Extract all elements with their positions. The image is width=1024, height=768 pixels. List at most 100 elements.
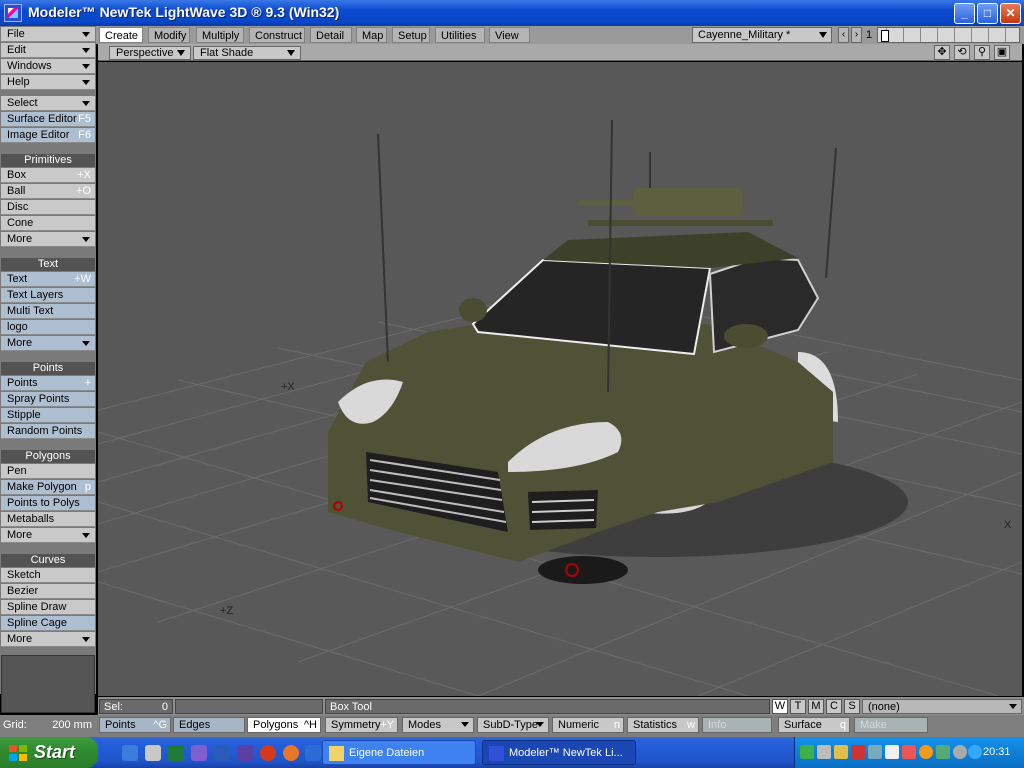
tab-modify[interactable]: Modify <box>148 27 190 43</box>
tray-shield-icon[interactable] <box>851 745 865 759</box>
points-mode-button[interactable]: Points ^G <box>99 717 171 733</box>
primitives-more-menu[interactable]: More <box>1 232 95 247</box>
sketch-button[interactable]: Sketch <box>1 568 95 583</box>
surface-selector-dropdown[interactable]: Cayenne_Military * <box>692 27 832 43</box>
rotate-icon[interactable]: ⟲ <box>954 45 970 60</box>
tray-mail-icon[interactable] <box>885 745 899 759</box>
sel-value: 0 <box>161 701 168 713</box>
minimize-button[interactable]: _ <box>954 3 975 24</box>
wtmcs-c-button[interactable]: C <box>826 699 842 714</box>
points-to-polys-button[interactable]: Points to Polys <box>1 496 95 511</box>
stipple-button[interactable]: Stipple <box>1 408 95 423</box>
tab-map[interactable]: Map <box>356 27 387 43</box>
windows-menu[interactable]: Windows <box>1 59 95 74</box>
firefox-icon[interactable] <box>283 745 299 761</box>
tray-search-icon[interactable] <box>968 745 982 759</box>
quicklaunch-app2-icon[interactable] <box>191 745 207 761</box>
maximize-icon[interactable]: ▣ <box>994 45 1010 60</box>
box-label: Box <box>7 169 26 181</box>
tray-update-icon[interactable] <box>919 745 933 759</box>
move-icon[interactable]: ✥ <box>934 45 950 60</box>
tab-create[interactable]: Create <box>99 27 143 43</box>
tray-network-icon[interactable] <box>800 745 814 759</box>
spray-points-button[interactable]: Spray Points <box>1 392 95 407</box>
tray-volume-icon[interactable] <box>868 745 882 759</box>
tray-antivirus-icon[interactable] <box>936 745 950 759</box>
excel-icon[interactable] <box>168 745 184 761</box>
lightwave-app-icon[interactable] <box>4 4 22 22</box>
text-more-menu[interactable]: More <box>1 336 95 351</box>
random-points-button[interactable]: Random Points <box>1 424 95 439</box>
polygons-more-menu[interactable]: More <box>1 528 95 543</box>
tab-utilities[interactable]: Utilities <box>435 27 485 43</box>
surface-button[interactable]: Surface q <box>778 717 850 733</box>
statistics-button[interactable]: Statistics w <box>627 717 699 733</box>
shortcut-label: w <box>687 719 695 731</box>
points-mode-label: Points <box>105 719 136 731</box>
curves-more-menu[interactable]: More <box>1 632 95 647</box>
metaballs-button[interactable]: Metaballs <box>1 512 95 527</box>
make-button[interactable]: Make <box>854 717 928 733</box>
taskbar-clock[interactable]: 20:31 <box>983 737 1011 768</box>
taskbar-eigene-dateien[interactable]: Eigene Dateien <box>322 740 476 765</box>
view-mode-dropdown[interactable]: Perspective <box>109 46 191 60</box>
points-tool-button[interactable]: Points + <box>1 376 95 391</box>
prev-surface-button[interactable]: ‹ <box>838 27 849 43</box>
tray-security-icon[interactable] <box>834 745 848 759</box>
surface-editor-button[interactable]: Surface Editor F5 <box>1 112 95 127</box>
lightwave-quicklaunch-icon[interactable] <box>237 745 253 761</box>
wtmcs-s-button[interactable]: S <box>844 699 860 714</box>
tray-display-icon[interactable] <box>817 745 831 759</box>
tray-app-icon[interactable] <box>902 745 916 759</box>
zoom-icon[interactable]: ⚲ <box>974 45 990 60</box>
shading-mode-dropdown[interactable]: Flat Shade <box>193 46 301 60</box>
tab-setup[interactable]: Setup <box>392 27 430 43</box>
box-tool-button[interactable]: Box +X <box>1 168 95 183</box>
image-editor-button[interactable]: Image Editor F6 <box>1 128 95 143</box>
tab-multiply[interactable]: Multiply <box>196 27 244 43</box>
tab-construct[interactable]: Construct <box>249 27 305 43</box>
internet-explorer-icon[interactable] <box>122 745 138 761</box>
media-player-icon[interactable] <box>260 745 276 761</box>
restore-button[interactable]: □ <box>977 3 998 24</box>
text-layers-button[interactable]: Text Layers <box>1 288 95 303</box>
perspective-viewport[interactable]: +X +Z X <box>98 62 1022 696</box>
tab-view[interactable]: View <box>489 27 530 43</box>
select-menu[interactable]: Select <box>1 96 95 111</box>
file-menu[interactable]: File <box>1 27 95 42</box>
edges-mode-button[interactable]: Edges <box>173 717 245 733</box>
wtmcs-w-button[interactable]: W <box>772 699 788 714</box>
text-tool-button[interactable]: Text +W <box>1 272 95 287</box>
surface-assign-dropdown[interactable]: (none) <box>862 699 1022 714</box>
edit-menu[interactable]: Edit <box>1 43 95 58</box>
tab-detail[interactable]: Detail <box>310 27 352 43</box>
help-menu[interactable]: Help <box>1 75 95 90</box>
disc-tool-button[interactable]: Disc <box>1 200 95 215</box>
show-more-icon[interactable] <box>305 745 321 761</box>
info-button[interactable]: Info <box>702 717 772 733</box>
multi-text-button[interactable]: Multi Text <box>1 304 95 319</box>
taskbar-modeler[interactable]: Modeler™ NewTek Li... <box>482 740 636 765</box>
modes-dropdown[interactable]: Modes <box>402 717 474 733</box>
word-icon[interactable] <box>214 745 230 761</box>
numeric-button[interactable]: Numeric n <box>552 717 624 733</box>
cone-tool-button[interactable]: Cone <box>1 216 95 231</box>
pen-tool-button[interactable]: Pen <box>1 464 95 479</box>
logo-button[interactable]: logo <box>1 320 95 335</box>
symmetry-toggle[interactable]: Symmetry +Y <box>325 717 398 733</box>
wtmcs-t-button[interactable]: T <box>790 699 806 714</box>
wtmcs-m-button[interactable]: M <box>808 699 824 714</box>
subd-type-dropdown[interactable]: SubD-Type <box>477 717 549 733</box>
layer-buttons[interactable] <box>877 27 1020 43</box>
spline-cage-button[interactable]: Spline Cage <box>1 616 95 631</box>
ball-tool-button[interactable]: Ball +O <box>1 184 95 199</box>
next-surface-button[interactable]: › <box>851 27 862 43</box>
quicklaunch-app-icon[interactable] <box>145 745 161 761</box>
tray-clock-icon[interactable] <box>953 745 967 759</box>
polygons-mode-button[interactable]: Polygons ^H <box>247 717 321 733</box>
close-button[interactable]: ✕ <box>1000 3 1021 24</box>
chevron-right-icon: › <box>854 29 859 40</box>
spline-draw-button[interactable]: Spline Draw <box>1 600 95 615</box>
make-polygon-button[interactable]: Make Polygon p <box>1 480 95 495</box>
bezier-button[interactable]: Bezier <box>1 584 95 599</box>
